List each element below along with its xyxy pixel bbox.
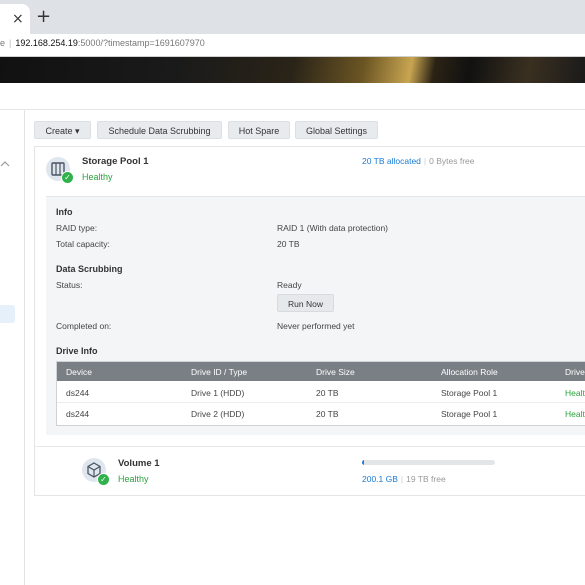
column-header-allocation-role[interactable]: Allocation Role xyxy=(441,367,498,377)
tab-close-icon[interactable]: × xyxy=(12,11,24,27)
cell-drive-status: Healt xyxy=(565,409,585,419)
url-prefix: e xyxy=(0,38,6,48)
sidebar xyxy=(0,110,25,585)
row-divider xyxy=(57,402,585,403)
url-text[interactable]: e | 192.168.254.19:5000/?timestamp=1691607… xyxy=(0,38,205,48)
address-bar[interactable]: e | 192.168.254.19:5000/?timestamp=1691607… xyxy=(0,34,585,57)
url-host: 192.168.254.19 xyxy=(15,38,78,48)
volume-name: Volume 1 xyxy=(118,458,160,469)
volume-used: 200.1 GB xyxy=(362,474,398,484)
column-header-drive-id[interactable]: Drive ID / Type xyxy=(191,367,247,377)
scrubbing-status-value: Ready xyxy=(277,280,302,290)
new-tab-icon[interactable]: + xyxy=(36,6,51,27)
volume-free: 19 TB free xyxy=(406,474,446,484)
browser-tab-strip: × + xyxy=(0,0,585,34)
cell-allocation-role: Storage Pool 1 xyxy=(441,388,498,398)
raid-type-value: RAID 1 (With data protection) xyxy=(277,223,389,233)
data-scrubbing-heading: Data Scrubbing xyxy=(56,264,123,274)
pool-status: Healthy xyxy=(82,172,113,182)
scrubbing-status-label: Status: xyxy=(56,280,83,290)
info-heading: Info xyxy=(56,207,73,217)
cell-drive-id: Drive 1 (HDD) xyxy=(191,388,245,398)
volume-usage: 200.1 GB | 19 TB free xyxy=(362,474,446,484)
create-button[interactable]: Create ▾ xyxy=(34,121,91,139)
sidebar-item-selected[interactable] xyxy=(0,305,15,323)
volume-status: Healthy xyxy=(118,474,149,484)
cell-drive-status: Healt xyxy=(565,388,585,398)
run-now-button[interactable]: Run Now xyxy=(277,294,334,312)
total-capacity-label: Total capacity: xyxy=(56,239,110,249)
column-header-drive-status[interactable]: Drive xyxy=(565,367,585,377)
volume-usage-fill xyxy=(362,460,364,465)
volume-divider xyxy=(34,446,585,447)
cell-drive-id: Drive 2 (HDD) xyxy=(191,409,245,419)
chevron-up-icon[interactable] xyxy=(0,160,10,168)
schedule-data-scrubbing-button[interactable]: Schedule Data Scrubbing xyxy=(97,121,222,139)
pool-name: Storage Pool 1 xyxy=(82,156,149,167)
drive-info-table: Device Drive ID / Type Drive Size Alloca… xyxy=(56,361,585,426)
check-circle-icon: ✓ xyxy=(61,171,74,184)
url-path: :5000/?timestamp=1691607970 xyxy=(77,38,205,48)
url-separator: | xyxy=(9,38,12,48)
hot-spare-button[interactable]: Hot Spare xyxy=(228,121,290,139)
global-settings-button[interactable]: Global Settings xyxy=(295,121,378,139)
usage-separator: | xyxy=(400,474,404,484)
completed-on-label: Completed on: xyxy=(56,321,112,331)
raid-type-label: RAID type: xyxy=(56,223,98,233)
table-header: Device Drive ID / Type Drive Size Alloca… xyxy=(57,362,585,381)
cell-allocation-role: Storage Pool 1 xyxy=(441,409,498,419)
cell-device: ds244 xyxy=(66,388,90,398)
drive-info-heading: Drive Info xyxy=(56,346,98,356)
pool-allocated: 20 TB allocated xyxy=(362,156,421,166)
allocation-separator: | xyxy=(423,156,427,166)
volume-usage-bar xyxy=(362,460,495,465)
completed-on-value: Never performed yet xyxy=(277,321,355,331)
browser-tab[interactable]: × xyxy=(0,4,30,34)
cell-drive-size: 20 TB xyxy=(316,409,339,419)
column-header-drive-size[interactable]: Drive Size xyxy=(316,367,355,377)
cell-device: ds244 xyxy=(66,409,90,419)
pool-allocation: 20 TB allocated | 0 Bytes free xyxy=(362,156,475,166)
window-header xyxy=(0,83,585,110)
pool-free: 0 Bytes free xyxy=(429,156,475,166)
column-header-device[interactable]: Device xyxy=(66,367,92,377)
cell-drive-size: 20 TB xyxy=(316,388,339,398)
total-capacity-value: 20 TB xyxy=(277,239,300,249)
desktop-wallpaper-strip xyxy=(0,57,585,83)
check-circle-icon: ✓ xyxy=(97,473,110,486)
